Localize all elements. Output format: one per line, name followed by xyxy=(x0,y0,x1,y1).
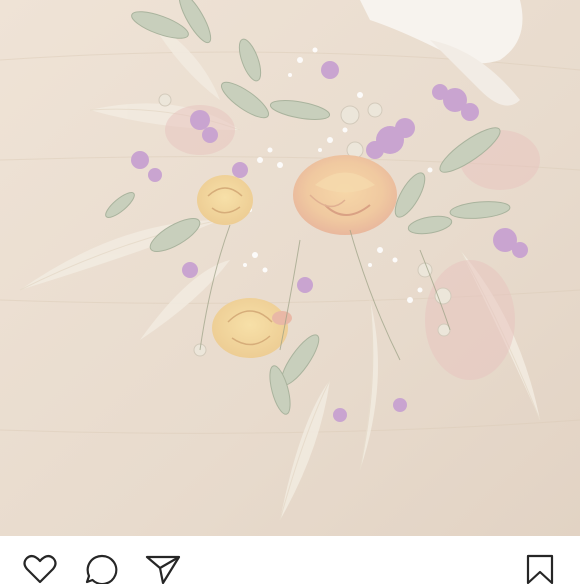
post-photo[interactable] xyxy=(0,0,580,536)
rose-main xyxy=(293,155,397,235)
post-action-bar xyxy=(0,536,580,584)
dried-flower-bouquet-photo xyxy=(0,0,580,536)
rose-left xyxy=(197,175,253,225)
